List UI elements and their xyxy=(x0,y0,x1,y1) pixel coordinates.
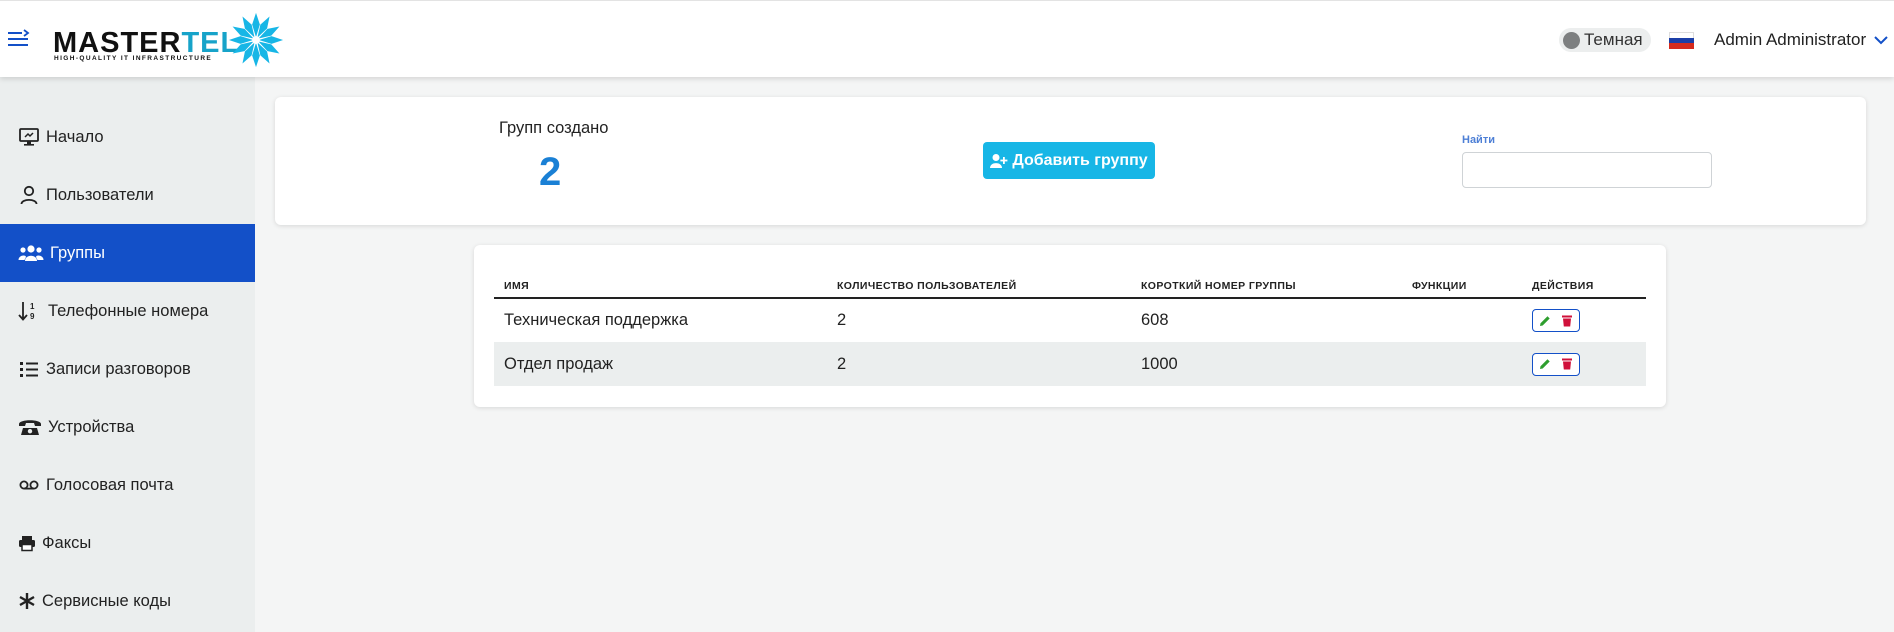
table-header-row: Имя Количество пользователей Короткий но… xyxy=(494,265,1646,299)
sidebar-item-groups[interactable]: Группы xyxy=(0,224,255,282)
add-user-icon xyxy=(990,153,1008,168)
groups-created-count: 2 xyxy=(539,150,562,194)
delete-button[interactable] xyxy=(1558,312,1576,330)
group-name-cell: Отдел продаж xyxy=(494,342,827,386)
add-group-button-label: Добавить группу xyxy=(1012,151,1148,169)
sidebar-item-label: Записи разговоров xyxy=(46,359,191,378)
groups-table: Имя Количество пользователей Короткий но… xyxy=(494,265,1646,386)
trash-icon xyxy=(1561,315,1572,326)
sidebar-item-label: Пользователи xyxy=(46,185,154,204)
sidebar-item-label: Сервисные коды xyxy=(42,591,171,610)
user-icon xyxy=(18,184,40,206)
functions-cell xyxy=(1402,298,1522,342)
snowflake-logo-icon xyxy=(228,12,284,68)
edit-button[interactable] xyxy=(1536,355,1554,373)
search-label: Найти xyxy=(1462,134,1495,146)
sidebar-item-label: Начало xyxy=(46,127,104,146)
sort-numeric-icon: 19 xyxy=(18,300,42,322)
sidebar: Начало Пользователи Группы 19 Телефонные… xyxy=(0,77,255,632)
table-row: Отдел продаж 2 1000 xyxy=(494,342,1646,386)
theme-toggle-label: Темная xyxy=(1584,30,1643,49)
column-header-functions[interactable]: Функции xyxy=(1402,265,1522,299)
sidebar-item-phone-numbers[interactable]: 19 Телефонные номера xyxy=(0,282,255,340)
group-name-cell: Техническая поддержка xyxy=(504,311,688,329)
user-count-cell: 2 xyxy=(837,311,847,329)
search-input[interactable] xyxy=(1462,152,1712,188)
toggle-knob-icon xyxy=(1563,31,1580,49)
groups-created-label: Групп создано xyxy=(499,119,609,137)
sidebar-item-devices[interactable]: Устройства xyxy=(0,398,255,456)
user-count-cell: 2 xyxy=(827,342,1131,386)
top-bar: MASTERTEL HIGH-QUALITY IT INFRASTRUCTURE… xyxy=(0,0,1894,77)
sidebar-item-users[interactable]: Пользователи xyxy=(0,166,255,224)
russia-flag-icon[interactable] xyxy=(1669,32,1694,50)
pencil-icon xyxy=(1540,359,1551,369)
asterisk-icon xyxy=(18,590,36,612)
row-actions xyxy=(1532,352,1580,376)
short-number-cell: 1000 xyxy=(1131,342,1402,386)
groups-table-card: Имя Количество пользователей Короткий но… xyxy=(474,245,1666,407)
groups-summary-card: Групп создано 2 Добавить группу Найти xyxy=(275,97,1866,225)
dark-theme-toggle[interactable]: Темная xyxy=(1559,28,1651,52)
sidebar-item-label: Устройства xyxy=(48,417,135,436)
sidebar-item-voicemail[interactable]: Голосовая почта xyxy=(0,456,255,514)
monitor-icon xyxy=(18,126,40,148)
brand-wordmark: MASTERTEL xyxy=(53,27,240,59)
column-header-short-number[interactable]: Короткий номер группы xyxy=(1131,265,1402,299)
svg-text:9: 9 xyxy=(30,312,35,321)
user-name: Admin Administrator xyxy=(1714,30,1867,49)
table-row: Техническая поддержка 2 608 xyxy=(494,298,1646,342)
sidebar-item-home[interactable]: Начало xyxy=(0,108,255,166)
column-header-name[interactable]: Имя xyxy=(494,265,827,299)
edit-button[interactable] xyxy=(1536,312,1554,330)
row-actions xyxy=(1532,309,1580,332)
pencil-icon xyxy=(1540,315,1551,326)
user-menu[interactable]: Admin Administrator xyxy=(1714,29,1888,51)
sidebar-item-call-records[interactable]: Записи разговоров xyxy=(0,340,255,398)
brand-logo[interactable]: MASTERTEL HIGH-QUALITY IT INFRASTRUCTURE xyxy=(53,11,293,69)
list-icon xyxy=(18,358,40,380)
column-header-user-count[interactable]: Количество пользователей xyxy=(827,265,1131,299)
short-number-cell: 608 xyxy=(1141,311,1169,329)
sidebar-item-label: Факсы xyxy=(42,533,92,552)
add-group-button[interactable]: Добавить группу xyxy=(983,142,1155,179)
brand-tagline: HIGH-QUALITY IT INFRASTRUCTURE xyxy=(54,55,213,62)
printer-icon xyxy=(18,532,36,554)
telephone-icon xyxy=(18,416,42,438)
functions-cell xyxy=(1402,342,1522,386)
sidebar-item-faxes[interactable]: Факсы xyxy=(0,514,255,572)
sidebar-item-label: Группы xyxy=(50,243,105,262)
svg-text:1: 1 xyxy=(30,302,35,311)
menu-toggle-icon[interactable] xyxy=(8,29,30,49)
actions-cell xyxy=(1522,342,1646,386)
users-group-icon xyxy=(18,242,44,264)
voicemail-icon xyxy=(18,474,40,496)
trash-icon xyxy=(1561,358,1572,370)
actions-cell xyxy=(1522,298,1646,342)
sidebar-item-label: Телефонные номера xyxy=(48,301,209,320)
column-header-actions: Действия xyxy=(1522,265,1646,299)
chevron-down-icon xyxy=(1874,36,1888,45)
sidebar-item-service-codes[interactable]: Сервисные коды xyxy=(0,572,255,630)
sidebar-item-label: Голосовая почта xyxy=(46,475,174,494)
delete-button[interactable] xyxy=(1558,355,1576,373)
